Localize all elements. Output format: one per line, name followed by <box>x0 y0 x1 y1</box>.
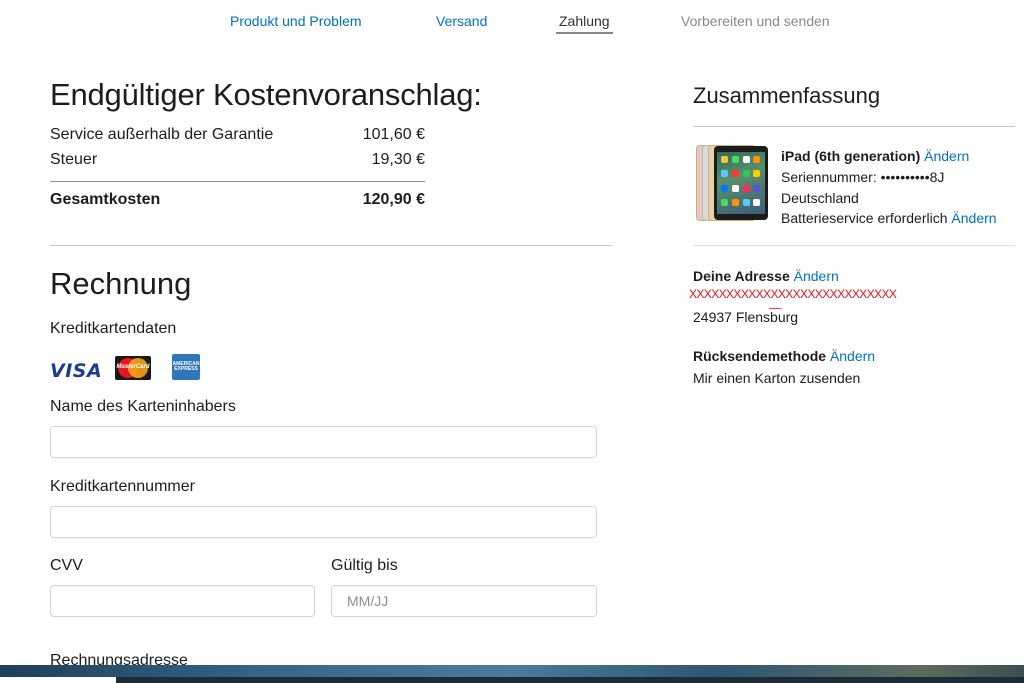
cost-row-service: Service außerhalb der Garantie 101,60 € <box>50 126 425 144</box>
ipad-product-image <box>696 145 768 221</box>
cvv-input[interactable] <box>50 585 315 617</box>
address-title: Deine Adresse <box>693 268 790 284</box>
change-issue-link[interactable]: Ändern <box>951 210 996 226</box>
change-address-link[interactable]: Ändern <box>794 268 839 284</box>
estimate-title: Endgültiger Kostenvoranschlag: <box>50 77 482 112</box>
step-payment[interactable]: Zahlung <box>556 12 613 34</box>
step-navigation: Produkt und Problem Versand Zahlung Vorb… <box>0 0 1024 40</box>
expiry-label: Gültig bis <box>331 557 398 574</box>
cardholder-name-input[interactable] <box>50 426 597 458</box>
visa-logo-icon: VISA <box>50 360 103 382</box>
device-issue: Batterieservice erforderlich <box>781 210 948 226</box>
device-issue-line: Batterieservice erforderlich Ändern <box>781 210 997 226</box>
amex-logo-icon: AMERICAN EXPRESS <box>172 354 200 380</box>
cost-divider <box>50 181 425 182</box>
address-redacted: XXXXXXXXXXXXXXXXXXXXXXXXXXXX <box>689 287 897 301</box>
cost-label: Service außerhalb der Garantie <box>50 126 274 143</box>
address-city: 24937 Flensburg <box>693 309 799 325</box>
total-label: Gesamtkosten <box>50 191 161 208</box>
change-return-link[interactable]: Ändern <box>830 348 875 364</box>
total-value: 120,90 € <box>362 191 425 208</box>
cost-row-tax: Steuer 19,30 € <box>50 151 425 169</box>
section-divider <box>50 245 612 246</box>
device-name: iPad (6th generation) <box>781 148 921 164</box>
card-number-input[interactable] <box>50 506 597 538</box>
address-title-line: Deine Adresse Ändern <box>693 268 839 284</box>
device-name-line: iPad (6th generation) Ändern <box>781 148 969 164</box>
summary-title: Zusammenfassung <box>693 83 881 108</box>
cardholder-name-label: Name des Karteninhabers <box>50 398 236 415</box>
change-device-link[interactable]: Ändern <box>924 148 969 164</box>
cost-row-total: Gesamtkosten 120,90 € <box>50 191 425 209</box>
step-product-problem[interactable]: Produkt und Problem <box>230 12 362 30</box>
expiry-input[interactable] <box>331 585 597 617</box>
billing-title: Rechnung <box>50 266 192 301</box>
mastercard-logo-icon: MasterCard <box>115 356 151 380</box>
cost-label: Steuer <box>50 151 98 168</box>
step-shipping[interactable]: Versand <box>436 12 487 30</box>
device-country: Deutschland <box>781 190 859 206</box>
summary-divider-top <box>693 126 1015 127</box>
cvv-label: CVV <box>50 557 83 574</box>
cost-value: 19,30 € <box>371 151 425 168</box>
desktop-background-strip <box>0 665 1024 683</box>
return-method-value: Mir einen Karton zusenden <box>693 370 861 386</box>
return-method-line: Rücksendemethode Ändern <box>693 348 875 364</box>
device-serial: Seriennummer: ••••••••••8J <box>781 169 945 185</box>
card-number-label: Kreditkartennummer <box>50 478 195 495</box>
step-prepare-send: Vorbereiten und senden <box>681 13 830 29</box>
return-title: Rücksendemethode <box>693 348 827 364</box>
card-data-label: Kreditkartendaten <box>50 320 177 337</box>
summary-divider <box>693 245 1015 246</box>
cost-value: 101,60 € <box>362 126 425 143</box>
